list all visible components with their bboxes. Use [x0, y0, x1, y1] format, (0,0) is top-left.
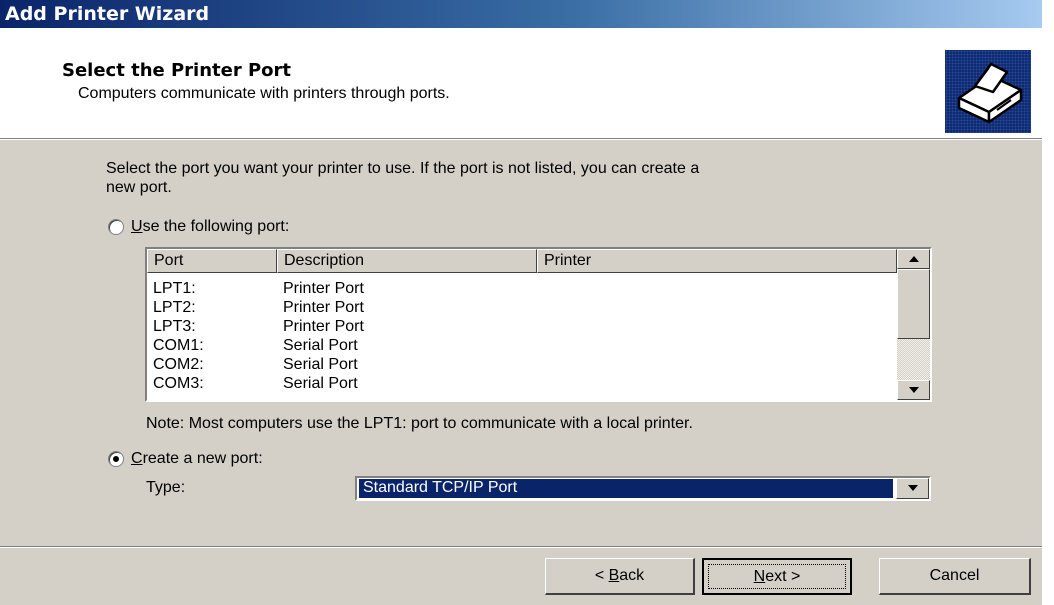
instruction-text-line2: new port.: [106, 179, 172, 196]
port-list[interactable]: Port Description Printer LPT1: Printer P…: [145, 247, 932, 402]
instruction-text-line1: Select the port you want your printer to…: [106, 160, 700, 177]
port-type-label: Type:: [146, 479, 186, 496]
arrow-up-icon: [909, 256, 919, 262]
page-title: Select the Printer Port: [62, 60, 292, 81]
column-header-description[interactable]: Description: [277, 249, 537, 273]
use-following-port-label[interactable]: Use the following port:: [131, 218, 289, 236]
title-bar[interactable]: Add Printer Wizard: [0, 0, 1042, 28]
wizard-header: Select the Printer Port Computers commun…: [0, 28, 1042, 138]
page-subtitle: Computers communicate with printers thro…: [78, 85, 450, 102]
port-list-scrollbar[interactable]: [897, 249, 930, 400]
window-title: Add Printer Wizard: [5, 3, 210, 25]
column-header-printer[interactable]: Printer: [537, 249, 897, 273]
focus-rectangle: [708, 564, 846, 589]
port-type-dropdown[interactable]: Standard TCP/IP Port: [355, 476, 931, 501]
add-printer-wizard-window: Add Printer Wizard Select the Printer Po…: [0, 0, 1042, 605]
next-button[interactable]: Next >: [702, 558, 852, 595]
create-new-port-label[interactable]: Create a new port:: [131, 450, 263, 468]
create-new-port-radio[interactable]: [108, 451, 124, 467]
back-button[interactable]: < Back: [545, 558, 695, 595]
column-header-port[interactable]: Port: [147, 249, 277, 273]
arrow-down-icon: [909, 387, 919, 393]
use-following-port-radio[interactable]: [108, 219, 124, 235]
printer-icon: [945, 50, 1031, 133]
radio-selected-dot: [113, 456, 119, 462]
port-list-header: Port Description Printer: [147, 249, 897, 273]
port-type-selected-value: Standard TCP/IP Port: [359, 479, 893, 498]
chevron-down-icon: [908, 485, 918, 491]
lpt1-note: Note: Most computers use the LPT1: port …: [146, 415, 693, 432]
scroll-up-button[interactable]: [897, 249, 930, 269]
scroll-down-button[interactable]: [897, 380, 930, 400]
dropdown-button[interactable]: [896, 478, 929, 499]
scrollbar-thumb[interactable]: [897, 269, 930, 339]
cancel-button[interactable]: Cancel: [879, 558, 1031, 595]
